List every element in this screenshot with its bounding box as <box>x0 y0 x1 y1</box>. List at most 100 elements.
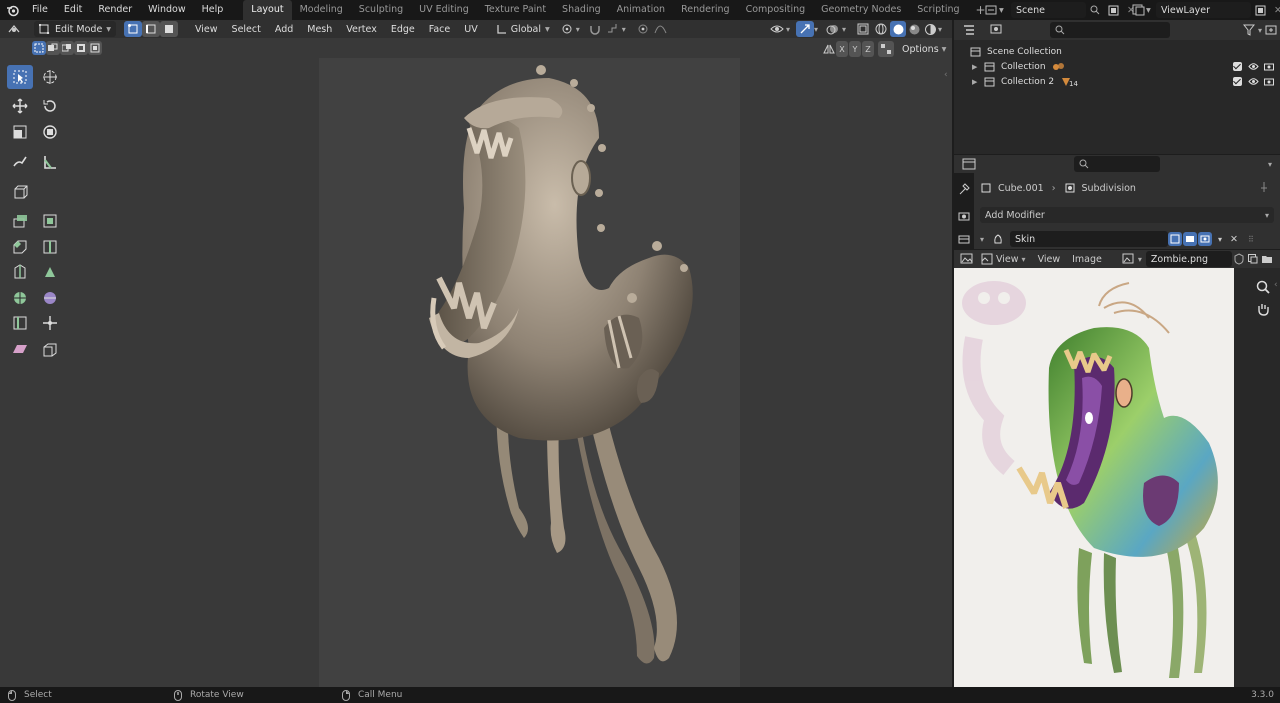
image-browse-icon[interactable] <box>1122 253 1136 265</box>
tab-sculpting[interactable]: Sculpting <box>351 0 411 20</box>
collection-row[interactable]: ▶ Collection <box>954 59 1280 74</box>
output-tab-icon[interactable] <box>958 233 970 245</box>
zombie-reference-image[interactable] <box>954 268 1234 687</box>
render-toggle-icon[interactable] <box>1198 232 1212 246</box>
snap-icon[interactable] <box>586 21 604 37</box>
menu-image-view[interactable]: View <box>1038 254 1061 265</box>
pan-hand-icon[interactable] <box>1256 302 1270 316</box>
menu-add[interactable]: Add <box>268 24 300 35</box>
falloff-icon[interactable] <box>652 21 670 37</box>
collection-2-exclude-checkbox[interactable] <box>1233 77 1242 86</box>
tool-tab-icon[interactable] <box>958 183 970 195</box>
select-subtract-icon[interactable] <box>60 41 74 55</box>
menu-help[interactable]: Help <box>194 0 232 20</box>
delete-viewlayer-icon[interactable]: ✕ <box>1269 2 1280 18</box>
creature-mesh[interactable] <box>319 58 740 687</box>
poly-build-tool-icon[interactable] <box>37 260 63 284</box>
mirror-icon[interactable] <box>822 41 836 57</box>
material-shading-icon[interactable] <box>906 21 922 37</box>
tab-layout[interactable]: Layout <box>243 0 292 20</box>
menu-window[interactable]: Window <box>140 0 193 20</box>
gizmo-toggle-icon[interactable] <box>795 21 814 37</box>
render-tab-icon[interactable] <box>958 210 970 222</box>
menu-edit[interactable]: Edit <box>56 0 90 20</box>
viewlayer-name-field[interactable]: ViewLayer <box>1156 2 1251 18</box>
mirror-z-toggle[interactable]: Z <box>862 41 874 57</box>
mirror-y-toggle[interactable]: Y <box>849 41 861 57</box>
tab-shading[interactable]: Shading <box>554 0 609 20</box>
shear-tool-icon[interactable] <box>7 337 33 361</box>
menu-vertex[interactable]: Vertex <box>339 24 384 35</box>
edge-select-icon[interactable] <box>142 21 160 37</box>
menu-mesh[interactable]: Mesh <box>300 24 339 35</box>
options-dropdown[interactable]: Options ▾ <box>902 44 946 55</box>
select-intersect-icon[interactable] <box>88 41 102 55</box>
menu-uv[interactable]: UV <box>457 24 484 35</box>
transform-orientation-dropdown[interactable]: Global ▾ <box>495 23 550 35</box>
image-name-field[interactable]: Zombie.png <box>1145 251 1232 267</box>
view-mode-dropdown[interactable]: View ▾ <box>996 254 1026 265</box>
solid-shading-icon[interactable] <box>890 21 906 37</box>
drag-handle-icon[interactable]: ⠿ <box>1248 235 1254 244</box>
menu-image[interactable]: Image <box>1072 254 1102 265</box>
3d-viewport[interactable]: X Y Z Options ▾ ‹ <box>0 38 952 687</box>
outliner-editor-icon[interactable] <box>954 22 984 38</box>
tab-texture-paint[interactable]: Texture Paint <box>477 0 554 20</box>
shrink-fatten-tool-icon[interactable] <box>37 311 63 335</box>
sidebar-toggle-icon[interactable]: ‹ <box>944 70 948 80</box>
scene-collection-row[interactable]: Scene Collection <box>954 44 1280 59</box>
editor-type-icon[interactable] <box>0 21 30 37</box>
menu-face[interactable]: Face <box>422 24 457 35</box>
collection-render-icon[interactable] <box>1264 62 1274 71</box>
tab-geometry-nodes[interactable]: Geometry Nodes <box>813 0 909 20</box>
xray-toggle-icon[interactable] <box>854 21 872 37</box>
scale-tool-icon[interactable] <box>7 120 33 144</box>
rotate-tool-icon[interactable] <box>37 94 63 118</box>
properties-editor-icon[interactable] <box>954 156 984 172</box>
proportional-edit-icon[interactable] <box>634 21 652 37</box>
spin-tool-icon[interactable] <box>7 286 33 310</box>
scene-name-field[interactable]: Scene <box>1011 2 1086 18</box>
wireframe-shading-icon[interactable] <box>872 21 890 37</box>
menu-render[interactable]: Render <box>90 0 140 20</box>
modifier-menu-icon[interactable]: ▾ <box>1218 235 1222 244</box>
expand-arrow-icon[interactable]: ▶ <box>972 78 984 86</box>
cursor-tool-icon[interactable] <box>37 65 63 89</box>
outliner-search-input[interactable] <box>1050 22 1170 38</box>
expand-arrow-icon[interactable]: ▶ <box>972 63 984 71</box>
new-image-icon[interactable] <box>1246 251 1260 267</box>
edge-slide-tool-icon[interactable] <box>7 311 33 335</box>
add-cube-tool-icon[interactable] <box>7 180 33 204</box>
tab-modeling[interactable]: Modeling <box>292 0 351 20</box>
open-image-icon[interactable] <box>1260 251 1274 267</box>
tab-uv-editing[interactable]: UV Editing <box>411 0 477 20</box>
scene-search-icon[interactable] <box>1086 2 1104 18</box>
extrude-tool-icon[interactable] <box>7 209 33 233</box>
select-new-icon[interactable] <box>32 41 46 55</box>
select-extend-icon[interactable] <box>46 41 60 55</box>
tab-animation[interactable]: Animation <box>609 0 673 20</box>
inset-faces-tool-icon[interactable] <box>37 209 63 233</box>
viewlayer-icon[interactable] <box>1132 4 1146 16</box>
select-box-tool-icon[interactable] <box>7 65 33 89</box>
transform-tool-icon[interactable] <box>37 120 63 144</box>
editmode-toggle-icon[interactable] <box>1168 232 1182 246</box>
image-editor-type-icon[interactable] <box>954 251 980 267</box>
snap-target-icon[interactable] <box>604 21 622 37</box>
zoom-icon[interactable] <box>1256 280 1270 294</box>
blender-logo-icon[interactable] <box>0 4 24 17</box>
auto-merge-icon[interactable] <box>878 41 894 57</box>
menu-edge[interactable]: Edge <box>384 24 422 35</box>
mode-dropdown[interactable]: Edit Mode ▾ <box>34 21 116 37</box>
menu-file[interactable]: File <box>24 0 56 20</box>
measure-tool-icon[interactable] <box>37 150 63 174</box>
add-modifier-dropdown[interactable]: Add Modifier ▾ <box>980 207 1274 223</box>
pin-icon[interactable] <box>1259 181 1269 193</box>
new-viewlayer-icon[interactable] <box>1251 2 1269 18</box>
annotate-tool-icon[interactable] <box>7 150 33 174</box>
new-collection-icon[interactable] <box>1262 22 1280 38</box>
visibility-icon[interactable] <box>768 21 786 37</box>
tab-compositing[interactable]: Compositing <box>738 0 814 20</box>
fake-user-icon[interactable] <box>1232 251 1246 267</box>
menu-view[interactable]: View <box>188 24 225 35</box>
